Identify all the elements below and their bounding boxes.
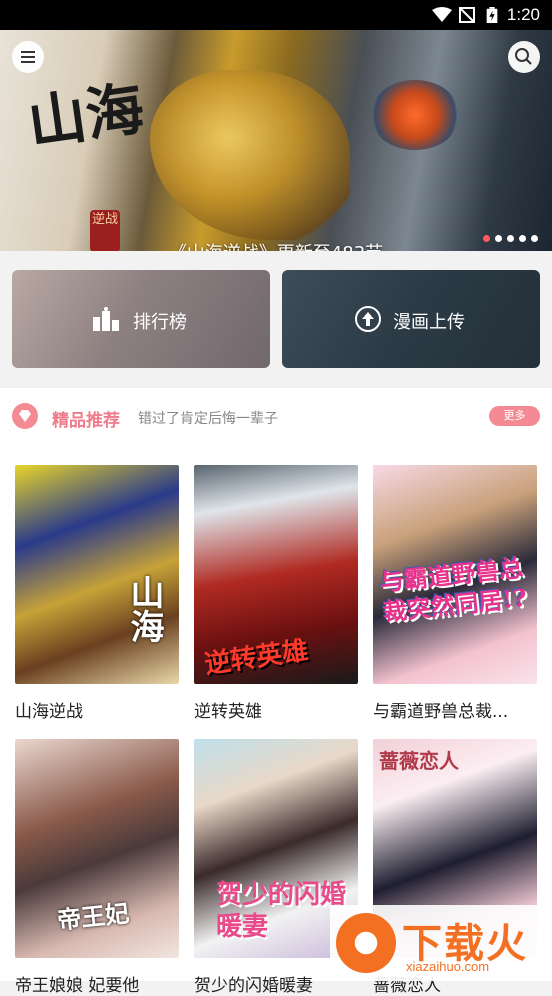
comic-card[interactable]: 逆转英雄 逆转英雄: [194, 465, 358, 722]
comic-card[interactable]: 帝王妃 帝王娘娘 妃要他: [15, 739, 179, 996]
comic-title: 山海逆战: [15, 702, 83, 722]
watermark: 下载火 xiazaihuo.com: [330, 905, 552, 981]
banner-artwork-armor: [150, 70, 350, 240]
comic-title: 与霸道野兽总裁...: [373, 702, 509, 722]
watermark-url: xiazaihuo.com: [406, 959, 490, 974]
comic-title: 帝王娘娘 妃要他: [15, 976, 140, 996]
comic-cover[interactable]: 逆转英雄: [194, 465, 358, 684]
comic-title: 逆转英雄: [194, 702, 262, 722]
section-title: 精品推荐: [52, 411, 120, 431]
cover-title: 与霸道野兽总裁突然同居!?: [378, 552, 529, 627]
more-button[interactable]: 更多: [489, 406, 540, 426]
banner-artwork-monster-eye: [370, 80, 460, 150]
banner-carousel[interactable]: 山海 逆战 《山海逆战》更新至483节: [0, 30, 552, 251]
carousel-indicator: [483, 235, 538, 242]
upload-comic-button[interactable]: 漫画上传: [282, 270, 540, 368]
ranking-button[interactable]: 排行榜: [12, 270, 270, 368]
carousel-dot[interactable]: [519, 235, 526, 242]
comic-cover[interactable]: 帝王妃: [15, 739, 179, 958]
featured-section-header: 精品推荐 错过了肯定后悔一辈子 更多: [0, 388, 552, 444]
cover-title: 贺少的闪婚暖妻: [216, 880, 347, 942]
search-button[interactable]: [508, 41, 540, 73]
ranking-label: 排行榜: [133, 312, 187, 333]
comic-card[interactable]: 山海 山海逆战: [15, 465, 179, 722]
cover-title: 帝王妃: [55, 898, 131, 935]
ranking-podium-icon: [93, 307, 119, 331]
status-bar: 1:20: [0, 0, 552, 30]
carousel-dot[interactable]: [507, 235, 514, 242]
comic-grid: 山海 山海逆战 逆转英雄 逆转英雄 与霸道野兽总裁突然同居!? 与霸道野兽总裁.…: [0, 444, 552, 996]
cover-title: 蔷薇恋人: [379, 749, 459, 773]
cover-title: 山海: [124, 575, 164, 643]
wifi-icon: [432, 7, 452, 22]
diamond-icon: [12, 403, 38, 429]
upload-icon: [355, 306, 381, 332]
banner-caption: 《山海逆战》更新至483节: [0, 239, 552, 251]
no-signal-icon: [459, 7, 475, 23]
battery-charging-icon: [486, 7, 498, 23]
upload-label: 漫画上传: [393, 312, 465, 333]
banner-title-calligraphy: 山海: [23, 74, 149, 158]
status-time: 1:20: [506, 5, 540, 24]
menu-button[interactable]: [12, 41, 44, 73]
watermark-logo: [336, 913, 396, 973]
carousel-dot[interactable]: [495, 235, 502, 242]
comic-cover[interactable]: 山海: [15, 465, 179, 684]
cover-title: 逆转英雄: [202, 635, 310, 681]
section-subtitle: 错过了肯定后悔一辈子: [138, 411, 278, 427]
menu-icon: [21, 51, 35, 63]
comic-card[interactable]: 与霸道野兽总裁突然同居!? 与霸道野兽总裁...: [373, 465, 537, 722]
comic-cover[interactable]: 与霸道野兽总裁突然同居!?: [373, 465, 537, 684]
carousel-dot[interactable]: [531, 235, 538, 242]
search-icon: [515, 48, 532, 65]
carousel-dot[interactable]: [483, 235, 490, 242]
